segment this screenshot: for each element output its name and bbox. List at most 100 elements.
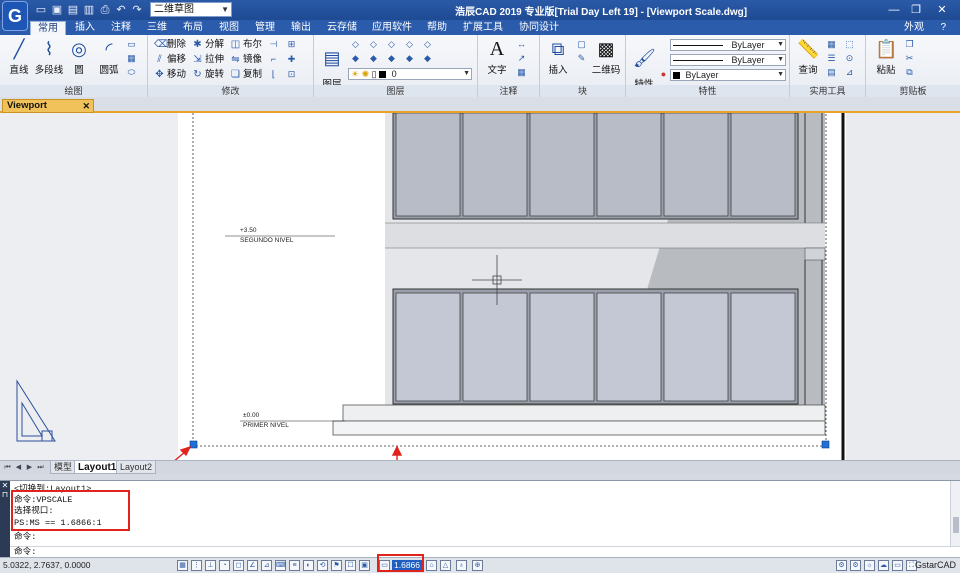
offset-button[interactable]: ⫽ 偏移 — [154, 54, 186, 66]
help-icon[interactable]: ? — [940, 21, 946, 35]
new-file-icon[interactable]: ▭ — [34, 3, 48, 17]
layer-tool-icon[interactable]: ◆ — [386, 53, 397, 64]
qr-code-button[interactable]: ▩ 二维码 — [590, 38, 622, 76]
snap-mode-icon[interactable]: ⋮ — [191, 560, 202, 571]
auto-scale-icon[interactable]: ⊕ — [472, 560, 483, 571]
annotation-scale-icon[interactable]: △ — [440, 560, 451, 571]
dynamic-input-icon[interactable]: ⌨ — [275, 560, 286, 571]
tab-layout[interactable]: 布局 — [178, 21, 208, 35]
layer-tool-icon[interactable]: ◇ — [422, 39, 433, 50]
dimension-icon[interactable]: ↔ — [516, 39, 527, 50]
object-track-icon[interactable]: ∠ — [247, 560, 258, 571]
workspace-select[interactable]: 二维草图 ▼ — [150, 2, 232, 17]
open-file-icon[interactable]: ▣ — [50, 3, 64, 17]
rotate-button[interactable]: ↻ 旋转 — [192, 69, 224, 81]
color-wheel-icon[interactable]: ● — [658, 69, 669, 80]
arc-button[interactable]: ◜ 圆弧 — [96, 38, 122, 76]
layer-tool-icon[interactable]: ◇ — [404, 39, 415, 50]
hatch-icon[interactable]: ▦ — [126, 53, 137, 64]
tab-extension-tools[interactable]: 扩展工具 — [458, 21, 508, 35]
tab-layout1[interactable]: Layout1 — [74, 461, 121, 474]
calculator-icon[interactable]: ▦ — [826, 39, 837, 50]
tab-annotate[interactable]: 注释 — [106, 21, 136, 35]
undo-icon[interactable]: ↶ — [114, 3, 128, 17]
copy-button[interactable]: ❏ 复制 — [230, 69, 262, 81]
layer-tool-icon[interactable]: ◇ — [350, 39, 361, 50]
layer-tool-icon[interactable]: ◆ — [350, 53, 361, 64]
lock-viewport-icon[interactable]: ⌂ — [426, 560, 437, 571]
list-icon[interactable]: ☰ — [826, 53, 837, 64]
save-icon[interactable]: ▤ — [66, 3, 80, 17]
polyline-button[interactable]: ⌇ 多段线 — [34, 38, 64, 76]
filter-icon[interactable]: ⊿ — [844, 67, 855, 78]
tab-cloud-storage[interactable]: 云存储 — [322, 21, 362, 35]
layer-tool-icon[interactable]: ◆ — [404, 53, 415, 64]
polar-icon[interactable]: ◔ — [219, 560, 230, 571]
close-icon[interactable]: ✕ — [932, 2, 952, 18]
cut-icon[interactable]: ✂ — [904, 53, 915, 64]
lineweight-select[interactable]: ByLayer ▼ — [670, 69, 786, 81]
color-select[interactable]: ByLayer ▼ — [670, 39, 786, 51]
drawing-canvas[interactable]: +3.50 SEGUNDO NIVEL ±0.00 PRIMER NIVEL — [0, 113, 960, 460]
mirror-button[interactable]: ⇋ 镜像 — [230, 54, 262, 66]
selection-cycling-icon[interactable]: ⟲ — [317, 560, 328, 571]
copy-clip-icon[interactable]: ❐ — [904, 39, 915, 50]
redo-icon[interactable]: ↷ — [130, 3, 144, 17]
align-icon[interactable]: ⊞ — [286, 39, 297, 50]
ortho-icon[interactable]: ⊥ — [205, 560, 216, 571]
cloud-icon[interactable]: ☁ — [878, 560, 889, 571]
layer-panel-title[interactable]: 图层 — [314, 85, 477, 97]
minimize-icon[interactable]: — — [884, 2, 904, 18]
ellipse-icon[interactable]: ⬭ — [126, 67, 137, 78]
tab-view[interactable]: 视图 — [214, 21, 244, 35]
transparency-icon[interactable]: ◐ — [303, 560, 314, 571]
app-logo-icon[interactable]: G — [2, 1, 28, 31]
grid-icon[interactable]: ▤ — [826, 67, 837, 78]
command-window-handle[interactable]: ✕ ⊓ — [0, 481, 10, 558]
quick-properties-icon[interactable]: ☐ — [345, 560, 356, 571]
stretch-button[interactable]: ⇲ 拉伸 — [192, 54, 224, 66]
line-button[interactable]: ╱ 直线 — [6, 38, 32, 76]
leader-icon[interactable]: ↗ — [516, 53, 527, 64]
viewport-grip-left[interactable] — [189, 440, 198, 449]
modify-panel-title[interactable]: 修改 — [148, 85, 313, 97]
scale-icon[interactable]: ⊡ — [286, 69, 297, 80]
lineweight-icon[interactable]: ≡ — [289, 560, 300, 571]
pin-icon[interactable]: ⊓ — [0, 490, 10, 499]
next-tab-icon[interactable]: ▶ — [25, 463, 34, 472]
insert-block-button[interactable]: ⧉ 插入 — [544, 38, 572, 76]
tab-home[interactable]: 常用 — [30, 21, 66, 35]
prev-tab-icon[interactable]: ◀ — [14, 463, 23, 472]
linetype-select[interactable]: ByLayer ▼ — [670, 54, 786, 66]
table-icon[interactable]: ▦ — [516, 67, 527, 78]
document-tab[interactable]: Viewport Scale.dwg ✕ — [2, 99, 94, 123]
lightbulb-icon[interactable]: ☼ — [864, 560, 875, 571]
tab-insert[interactable]: 插入 — [70, 21, 100, 35]
print-icon[interactable]: ⎙ — [98, 3, 112, 17]
layer-tool-icon[interactable]: ◇ — [368, 39, 379, 50]
layer-tool-icon[interactable]: ◇ — [386, 39, 397, 50]
command-scrollbar[interactable] — [950, 481, 960, 547]
tab-manage[interactable]: 管理 — [250, 21, 280, 35]
last-tab-icon[interactable]: ⏭ — [36, 463, 45, 472]
layer-tool-icon[interactable]: ◆ — [368, 53, 379, 64]
annotation-panel-title[interactable]: 注释 — [478, 85, 539, 97]
tab-help[interactable]: 帮助 — [422, 21, 452, 35]
settings-icon[interactable]: ⚙ — [836, 560, 847, 571]
tab-applications[interactable]: 应用软件 — [368, 21, 416, 35]
create-block-icon[interactable]: ▢ — [576, 39, 587, 50]
select-icon[interactable]: ⬚ — [844, 39, 855, 50]
clipboard-panel-title[interactable]: 剪贴板 — [866, 85, 960, 97]
draw-panel-title[interactable]: 绘图 — [0, 85, 147, 97]
paste-button[interactable]: 📋 粘贴 — [872, 38, 900, 76]
properties-panel-title[interactable]: 特性 — [626, 85, 789, 97]
tab-output[interactable]: 输出 — [286, 21, 316, 35]
tab-collaboration[interactable]: 协同设计 — [514, 21, 564, 35]
annotation-visibility-icon[interactable]: ♁ — [456, 560, 467, 571]
query-button[interactable]: 📏 查询 — [794, 38, 822, 76]
layer-tool-icon[interactable]: ◆ — [422, 53, 433, 64]
viewport-grip-right[interactable] — [821, 440, 830, 449]
block-panel-title[interactable]: 块 — [540, 85, 625, 97]
tab-3d[interactable]: 三维 — [142, 21, 172, 35]
layer-select[interactable]: ☀ ✺ ▯ 0 ▼ — [348, 68, 472, 80]
